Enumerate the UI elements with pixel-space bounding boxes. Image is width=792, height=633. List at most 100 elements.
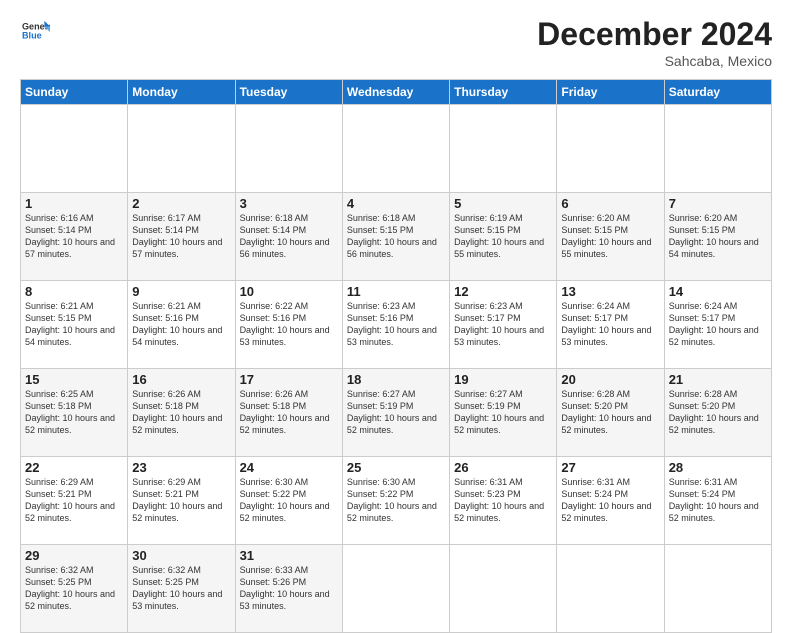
cell-text: Sunrise: 6:20 AM Sunset: 5:15 PM Dayligh… [669, 212, 767, 261]
table-row [128, 105, 235, 193]
table-row: 28 Sunrise: 6:31 AM Sunset: 5:24 PM Dayl… [664, 457, 771, 545]
table-row [664, 105, 771, 193]
col-thursday: Thursday [450, 80, 557, 105]
col-friday: Friday [557, 80, 664, 105]
cell-text: Sunrise: 6:31 AM Sunset: 5:23 PM Dayligh… [454, 476, 552, 525]
svg-text:Blue: Blue [22, 30, 42, 40]
header: General Blue December 2024 Sahcaba, Mexi… [20, 16, 772, 69]
cell-text: Sunrise: 6:17 AM Sunset: 5:14 PM Dayligh… [132, 212, 230, 261]
table-row: 14 Sunrise: 6:24 AM Sunset: 5:17 PM Dayl… [664, 281, 771, 369]
table-row: 16 Sunrise: 6:26 AM Sunset: 5:18 PM Dayl… [128, 369, 235, 457]
cell-text: Sunrise: 6:32 AM Sunset: 5:25 PM Dayligh… [132, 564, 230, 613]
table-row: 29 Sunrise: 6:32 AM Sunset: 5:25 PM Dayl… [21, 545, 128, 633]
calendar-subtitle: Sahcaba, Mexico [537, 53, 772, 69]
table-row: 12 Sunrise: 6:23 AM Sunset: 5:17 PM Dayl… [450, 281, 557, 369]
day-number: 2 [132, 196, 230, 211]
day-number: 27 [561, 460, 659, 475]
table-row: 24 Sunrise: 6:30 AM Sunset: 5:22 PM Dayl… [235, 457, 342, 545]
header-row: Sunday Monday Tuesday Wednesday Thursday… [21, 80, 772, 105]
table-row: 7 Sunrise: 6:20 AM Sunset: 5:15 PM Dayli… [664, 193, 771, 281]
table-row: 17 Sunrise: 6:26 AM Sunset: 5:18 PM Dayl… [235, 369, 342, 457]
table-row: 27 Sunrise: 6:31 AM Sunset: 5:24 PM Dayl… [557, 457, 664, 545]
day-number: 29 [25, 548, 123, 563]
cell-text: Sunrise: 6:23 AM Sunset: 5:16 PM Dayligh… [347, 300, 445, 349]
day-number: 21 [669, 372, 767, 387]
cell-text: Sunrise: 6:33 AM Sunset: 5:26 PM Dayligh… [240, 564, 338, 613]
table-row [557, 545, 664, 633]
cell-text: Sunrise: 6:18 AM Sunset: 5:15 PM Dayligh… [347, 212, 445, 261]
day-number: 30 [132, 548, 230, 563]
day-number: 3 [240, 196, 338, 211]
cell-text: Sunrise: 6:25 AM Sunset: 5:18 PM Dayligh… [25, 388, 123, 437]
day-number: 7 [669, 196, 767, 211]
col-monday: Monday [128, 80, 235, 105]
cell-text: Sunrise: 6:31 AM Sunset: 5:24 PM Dayligh… [561, 476, 659, 525]
day-number: 8 [25, 284, 123, 299]
calendar-week-row: 29 Sunrise: 6:32 AM Sunset: 5:25 PM Dayl… [21, 545, 772, 633]
day-number: 11 [347, 284, 445, 299]
cell-text: Sunrise: 6:21 AM Sunset: 5:15 PM Dayligh… [25, 300, 123, 349]
cell-text: Sunrise: 6:26 AM Sunset: 5:18 PM Dayligh… [240, 388, 338, 437]
calendar-week-row: 1 Sunrise: 6:16 AM Sunset: 5:14 PM Dayli… [21, 193, 772, 281]
table-row [342, 545, 449, 633]
day-number: 10 [240, 284, 338, 299]
cell-text: Sunrise: 6:21 AM Sunset: 5:16 PM Dayligh… [132, 300, 230, 349]
cell-text: Sunrise: 6:27 AM Sunset: 5:19 PM Dayligh… [454, 388, 552, 437]
cell-text: Sunrise: 6:28 AM Sunset: 5:20 PM Dayligh… [669, 388, 767, 437]
table-row: 11 Sunrise: 6:23 AM Sunset: 5:16 PM Dayl… [342, 281, 449, 369]
cell-text: Sunrise: 6:23 AM Sunset: 5:17 PM Dayligh… [454, 300, 552, 349]
cell-text: Sunrise: 6:24 AM Sunset: 5:17 PM Dayligh… [669, 300, 767, 349]
table-row [235, 105, 342, 193]
table-row: 9 Sunrise: 6:21 AM Sunset: 5:16 PM Dayli… [128, 281, 235, 369]
page: General Blue December 2024 Sahcaba, Mexi… [0, 0, 792, 612]
table-row: 31 Sunrise: 6:33 AM Sunset: 5:26 PM Dayl… [235, 545, 342, 633]
table-row: 8 Sunrise: 6:21 AM Sunset: 5:15 PM Dayli… [21, 281, 128, 369]
table-row [342, 105, 449, 193]
logo: General Blue [20, 16, 50, 49]
day-number: 13 [561, 284, 659, 299]
day-number: 5 [454, 196, 552, 211]
calendar-week-row: 15 Sunrise: 6:25 AM Sunset: 5:18 PM Dayl… [21, 369, 772, 457]
table-row [450, 545, 557, 633]
col-tuesday: Tuesday [235, 80, 342, 105]
col-wednesday: Wednesday [342, 80, 449, 105]
table-row [450, 105, 557, 193]
cell-text: Sunrise: 6:18 AM Sunset: 5:14 PM Dayligh… [240, 212, 338, 261]
cell-text: Sunrise: 6:19 AM Sunset: 5:15 PM Dayligh… [454, 212, 552, 261]
table-row: 3 Sunrise: 6:18 AM Sunset: 5:14 PM Dayli… [235, 193, 342, 281]
day-number: 15 [25, 372, 123, 387]
table-row: 10 Sunrise: 6:22 AM Sunset: 5:16 PM Dayl… [235, 281, 342, 369]
day-number: 1 [25, 196, 123, 211]
day-number: 12 [454, 284, 552, 299]
day-number: 22 [25, 460, 123, 475]
table-row [21, 105, 128, 193]
table-row: 13 Sunrise: 6:24 AM Sunset: 5:17 PM Dayl… [557, 281, 664, 369]
cell-text: Sunrise: 6:27 AM Sunset: 5:19 PM Dayligh… [347, 388, 445, 437]
day-number: 20 [561, 372, 659, 387]
logo-icon: General Blue [22, 16, 50, 44]
cell-text: Sunrise: 6:30 AM Sunset: 5:22 PM Dayligh… [240, 476, 338, 525]
table-row: 18 Sunrise: 6:27 AM Sunset: 5:19 PM Dayl… [342, 369, 449, 457]
table-row: 22 Sunrise: 6:29 AM Sunset: 5:21 PM Dayl… [21, 457, 128, 545]
table-row: 2 Sunrise: 6:17 AM Sunset: 5:14 PM Dayli… [128, 193, 235, 281]
table-row: 26 Sunrise: 6:31 AM Sunset: 5:23 PM Dayl… [450, 457, 557, 545]
table-row: 20 Sunrise: 6:28 AM Sunset: 5:20 PM Dayl… [557, 369, 664, 457]
cell-text: Sunrise: 6:22 AM Sunset: 5:16 PM Dayligh… [240, 300, 338, 349]
day-number: 31 [240, 548, 338, 563]
cell-text: Sunrise: 6:29 AM Sunset: 5:21 PM Dayligh… [132, 476, 230, 525]
day-number: 16 [132, 372, 230, 387]
cell-text: Sunrise: 6:28 AM Sunset: 5:20 PM Dayligh… [561, 388, 659, 437]
table-row: 21 Sunrise: 6:28 AM Sunset: 5:20 PM Dayl… [664, 369, 771, 457]
cell-text: Sunrise: 6:16 AM Sunset: 5:14 PM Dayligh… [25, 212, 123, 261]
calendar-week-row: 22 Sunrise: 6:29 AM Sunset: 5:21 PM Dayl… [21, 457, 772, 545]
table-row: 19 Sunrise: 6:27 AM Sunset: 5:19 PM Dayl… [450, 369, 557, 457]
table-row: 1 Sunrise: 6:16 AM Sunset: 5:14 PM Dayli… [21, 193, 128, 281]
table-row: 25 Sunrise: 6:30 AM Sunset: 5:22 PM Dayl… [342, 457, 449, 545]
cell-text: Sunrise: 6:30 AM Sunset: 5:22 PM Dayligh… [347, 476, 445, 525]
day-number: 17 [240, 372, 338, 387]
day-number: 6 [561, 196, 659, 211]
cell-text: Sunrise: 6:24 AM Sunset: 5:17 PM Dayligh… [561, 300, 659, 349]
title-section: December 2024 Sahcaba, Mexico [537, 16, 772, 69]
day-number: 28 [669, 460, 767, 475]
day-number: 24 [240, 460, 338, 475]
